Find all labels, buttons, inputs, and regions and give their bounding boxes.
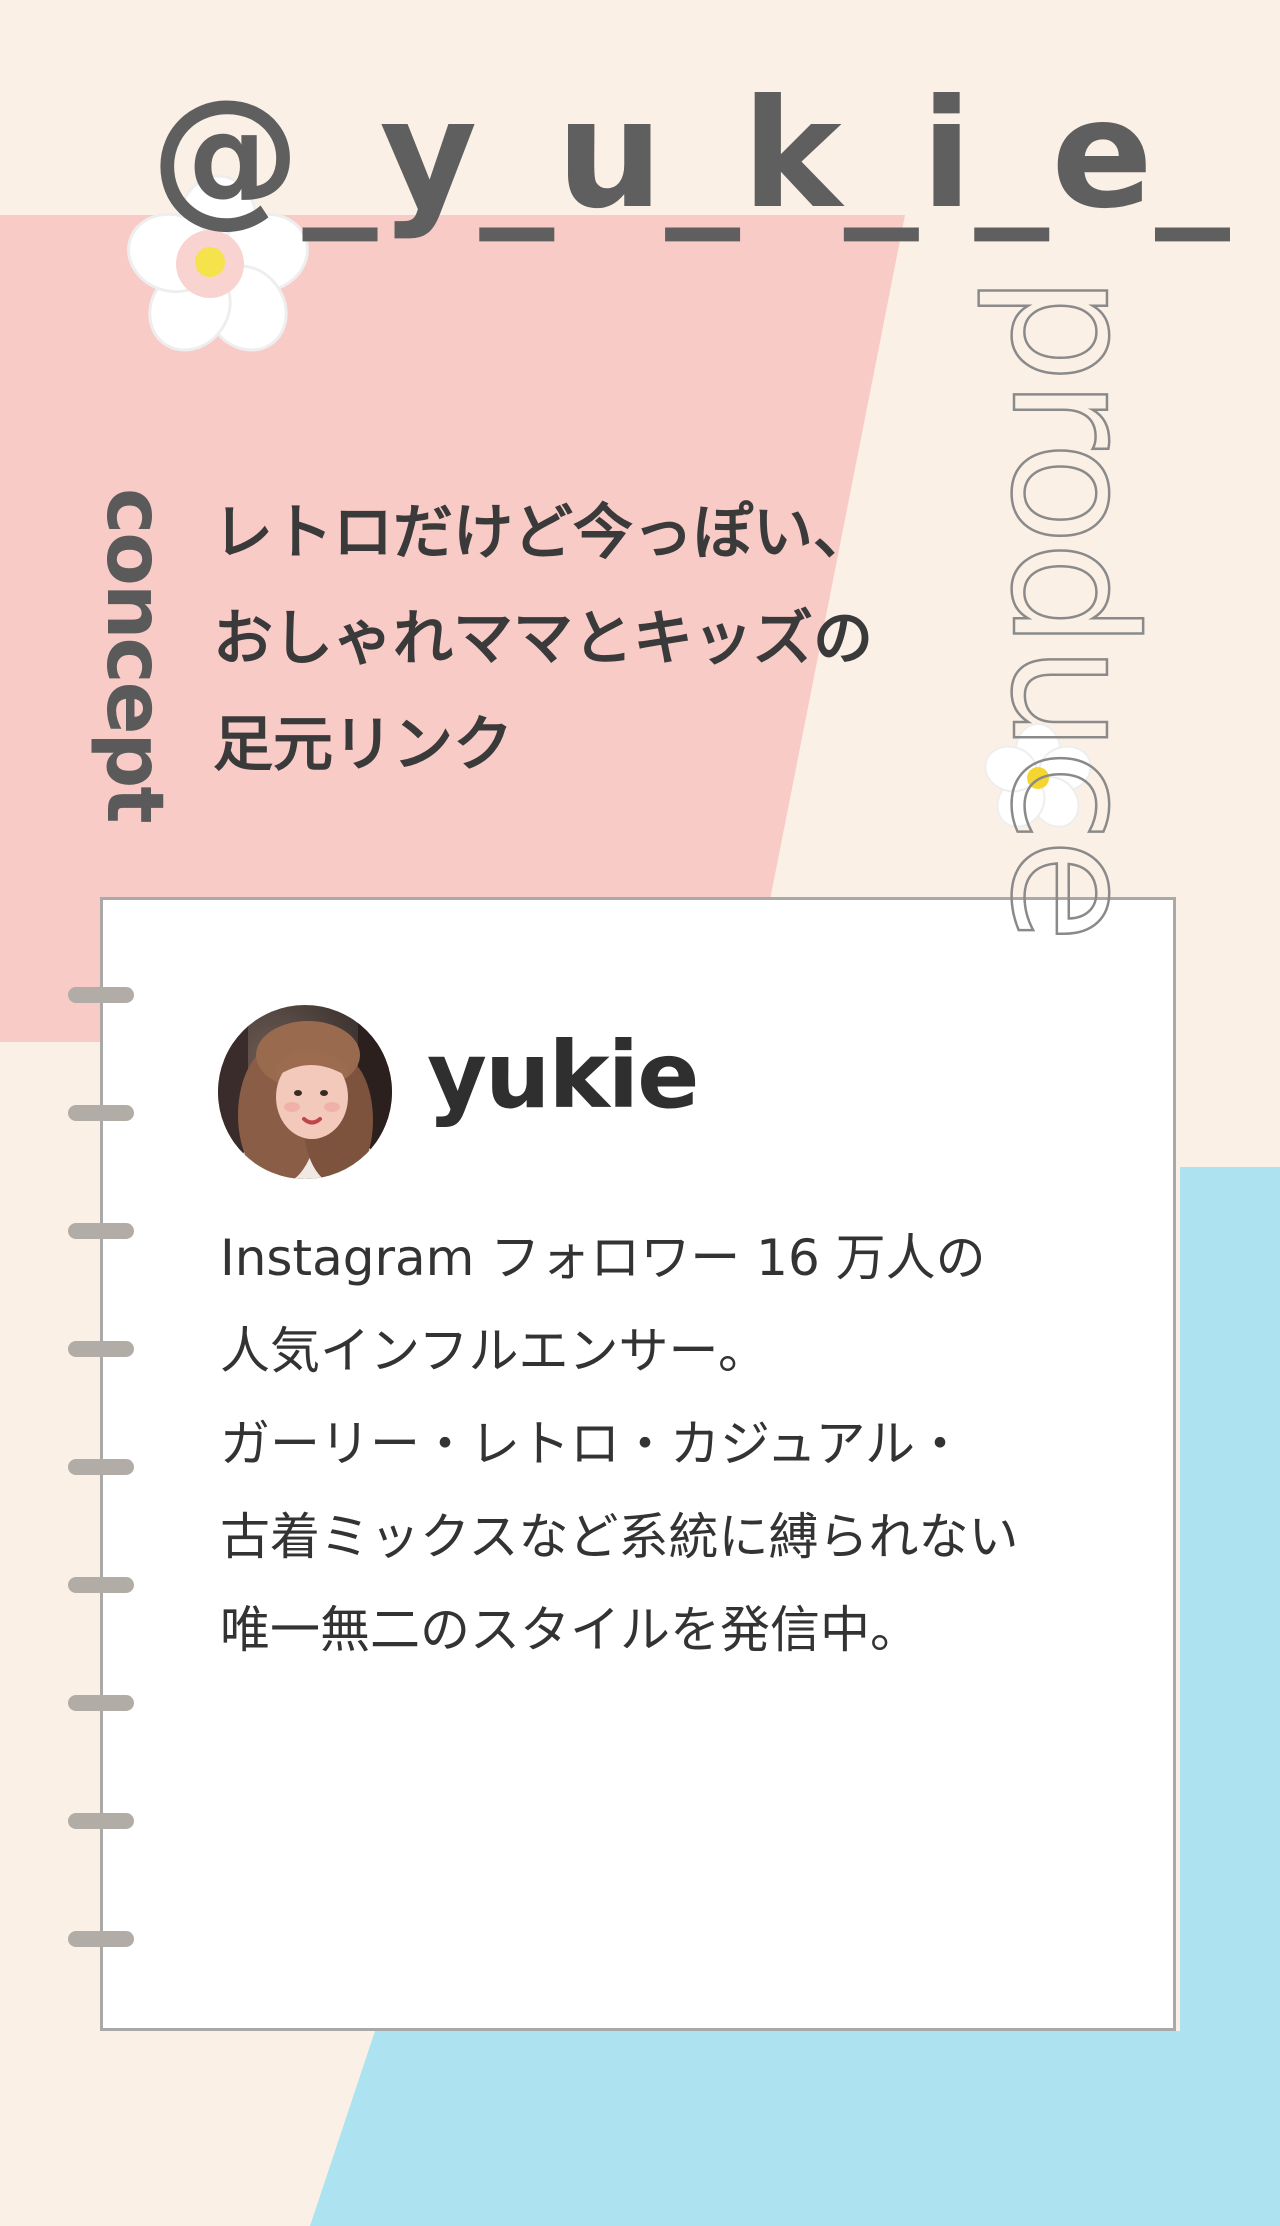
binder-ring [68,1577,134,1593]
concept-tagline: レトロだけど今っぽい、 おしゃれママとキッズの 足元リンク [213,480,873,798]
binder-ring [68,1695,134,1711]
bio-line: 唯一無二のスタイルを発信中。 [220,1601,920,1659]
tagline-line: おしゃれママとキッズの [213,604,873,674]
bio-line: ガーリー・レトロ・カジュアル・ [220,1415,965,1473]
binder-ring [68,1813,134,1829]
bio-line: 人気インフルエンサー。 [220,1322,768,1380]
avatar [218,1005,392,1179]
binder-ring [68,1105,134,1121]
bio-line: 古着ミックスなど系統に縛られない [220,1508,1019,1566]
bio-line: Instagram フォロワー 16 万人の [220,1229,986,1287]
tagline-line: レトロだけど今っぽい、 [213,498,873,568]
binder-ring [68,1341,134,1357]
avatar-photo [218,1005,392,1179]
binder-ring [68,987,134,1003]
profile-bio: Instagram フォロワー 16 万人の 人気インフルエンサー。 ガーリー・… [220,1212,1019,1677]
binder-ring [68,1223,134,1239]
account-handle: @_y_u_k_i_e_ [150,68,1232,242]
profile-name: yukie [427,1022,700,1129]
binder-ring [68,1459,134,1475]
binder-ring [68,1931,134,1947]
produce-label: produce [972,274,1173,940]
tagline-line: 足元リンク [213,710,513,780]
concept-label: concept [89,488,179,822]
pink-block-left [0,880,104,1042]
